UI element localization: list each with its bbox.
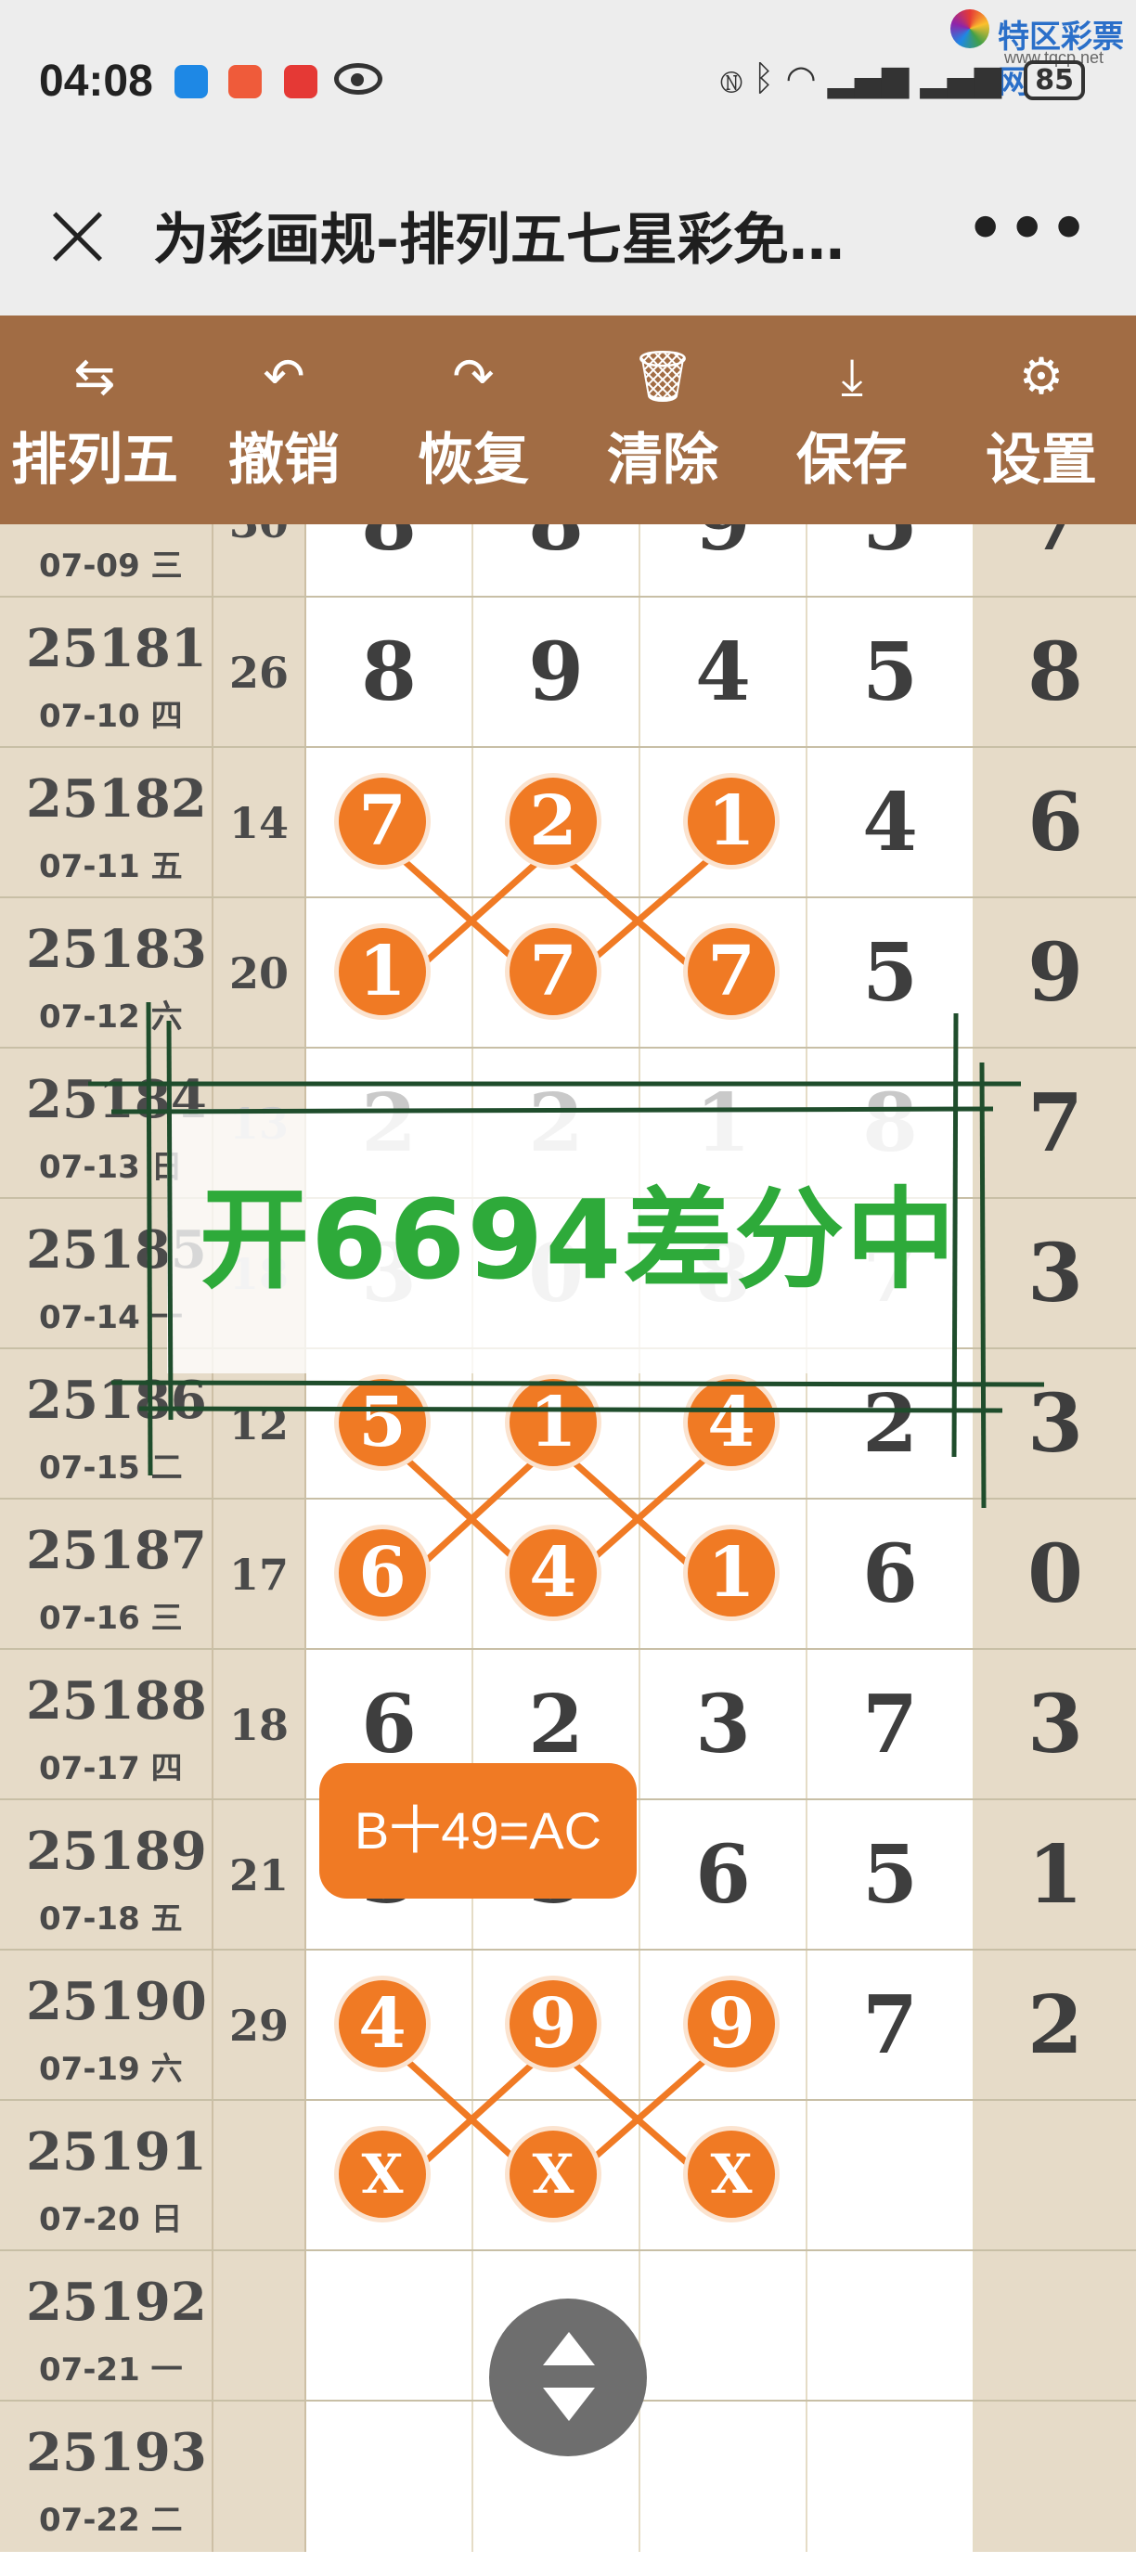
undo-icon: ↶ [263,347,305,406]
toolbar-label: 排列五 [11,428,178,493]
frame-line [146,1001,153,1476]
frame-line [110,1380,1045,1387]
frame-line [979,1062,987,1509]
trash-icon: 🗑 [630,347,695,406]
download-icon: ⤓ [841,347,863,406]
toolbar-button-1[interactable]: ↶ 撤销 [189,316,379,524]
toolbar-button-2[interactable]: ↷ 恢复 [379,316,568,524]
formula-badge[interactable]: B十49=AC [319,1763,637,1899]
swap-icon: ⇆ [73,347,116,406]
frame-line [166,1020,174,1421]
frame-line [110,1106,994,1114]
overlay-caption: 开6694差分中 [200,1176,958,1304]
toolbar-label: 撤销 [228,428,340,493]
toolbar-label: 恢复 [418,428,529,493]
toolbar: ⇆ 排列五 ↶ 撤销 ↷ 恢复 🗑 清除 ⤓ 保存 ⚙ 设置 [0,316,1136,524]
gear-icon: ⚙ [1018,347,1065,406]
toolbar-button-3[interactable]: 🗑 清除 [568,316,757,524]
frame-line [138,1406,1003,1413]
toolbar-button-5[interactable]: ⚙ 设置 [947,316,1136,524]
scroll-toggle-button[interactable] [489,2299,647,2456]
toolbar-label: 保存 [796,428,908,493]
toolbar-button-0[interactable]: ⇆ 排列五 [0,316,189,524]
redo-icon: ↷ [452,347,495,406]
toolbar-button-4[interactable]: ⤓ 保存 [757,316,947,524]
toolbar-label: 清除 [607,428,718,493]
toolbar-label: 设置 [986,428,1097,493]
